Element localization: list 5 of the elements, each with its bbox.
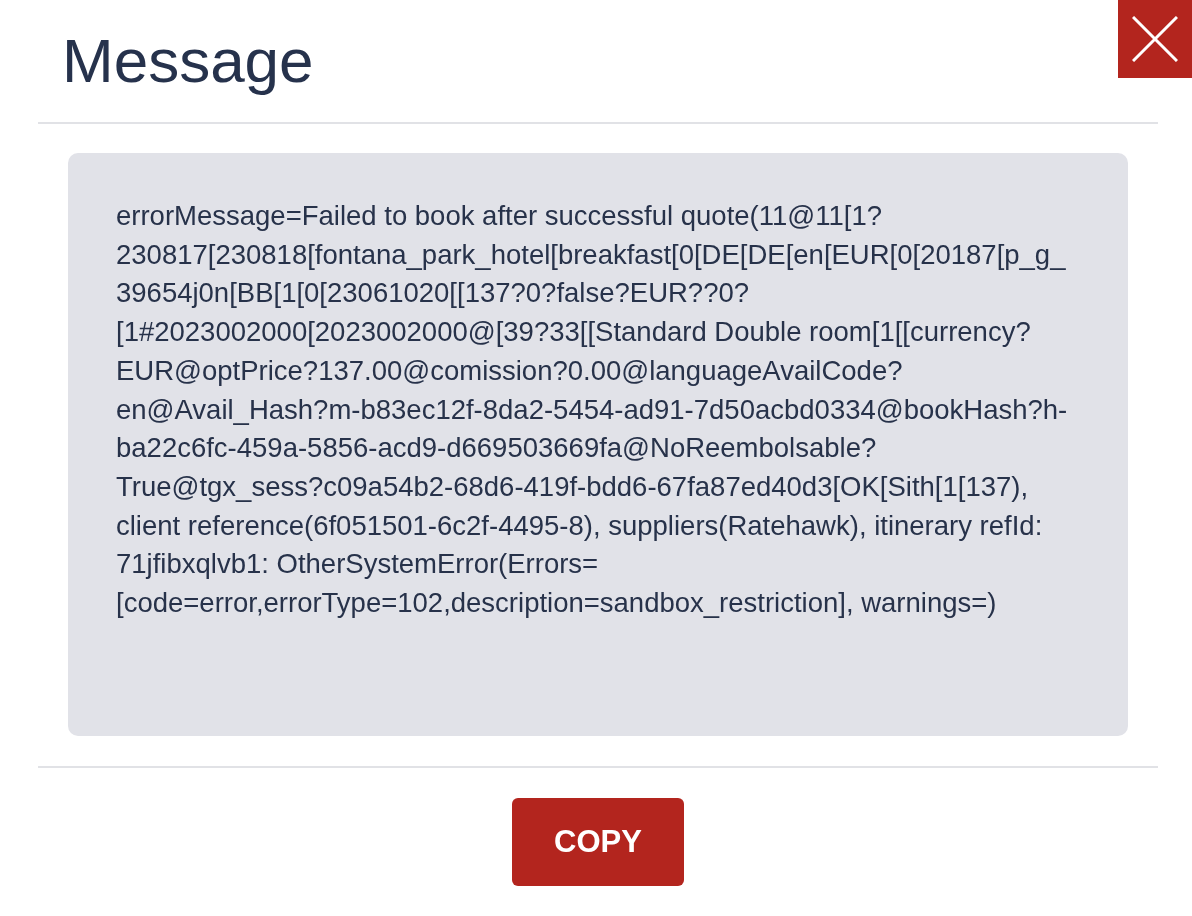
copy-button[interactable]: COPY (512, 798, 684, 886)
dialog-title: Message (62, 26, 314, 96)
close-icon (1132, 16, 1178, 62)
error-message-text: errorMessage=Failed to book after successful quote(11@11[1?230817[230818[fontana_park_hotel[breakfast[0[DE[DE[en[EUR[0[20187[p_g_39654j0n[BB[1[0[23061020[[137?0?false?EUR??0?[1#2023002000[2023002000@[39?33[[Standard Double room[1[[currency?EUR@optPrice?137.00@comission?0.00@languageAvailCode?en@Avail_Hash?m-b83ec12f-8da2-5454-ad91-7d50acbd0334@bookHash?h-ba22c6fc-459a-5856-acd9-d669503669fa@NoReembolsable?True@tgx_sess?c09a54b2-68d6-419f-bdd6-67fa87ed40d3[OK[Sith[1[137), client reference(6f051501-6c2f-4495-8), suppliers(Ratehawk), itinerary refId: 71jfibxqlvb1: OtherSystemError(Errors=[code=error,errorType=102,description=sandbox_restriction], warnings=) (116, 199, 1069, 621)
close-button[interactable] (1118, 0, 1192, 78)
